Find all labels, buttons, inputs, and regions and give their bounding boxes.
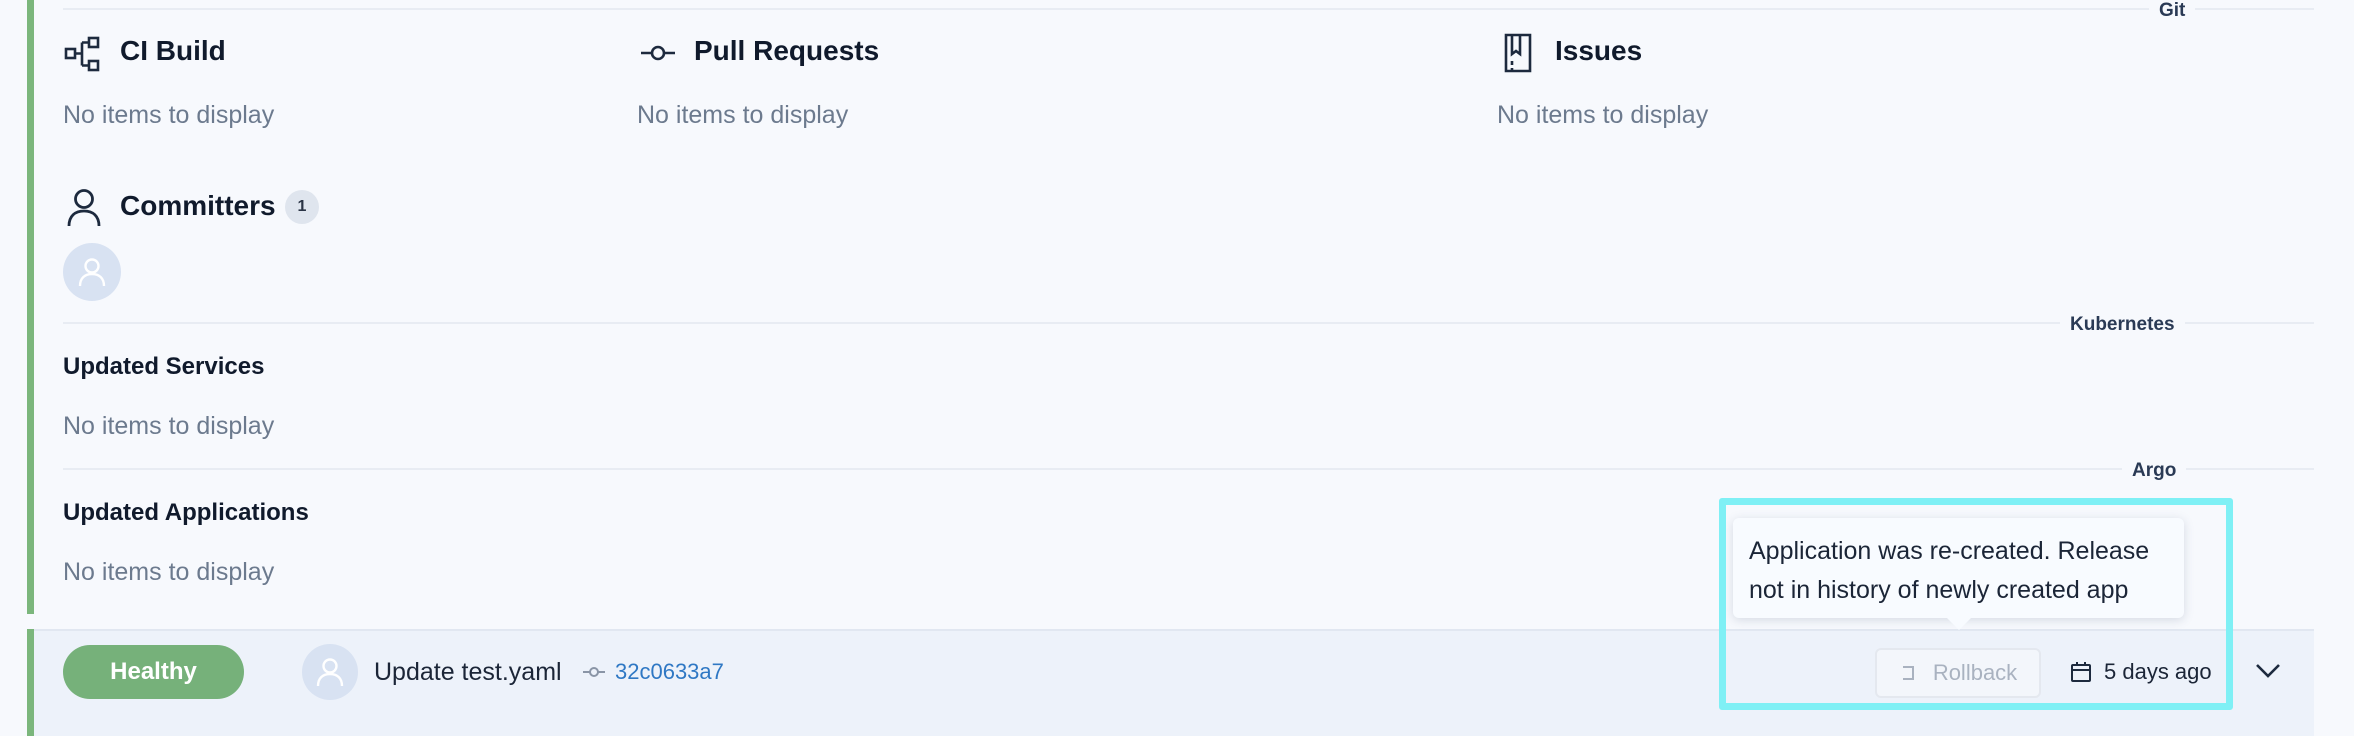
ci-build-empty: No items to display [63,101,275,129]
git-divider [63,8,2314,10]
section-tag-kubernetes: Kubernetes [2060,314,2185,336]
release-row-accent [27,629,34,736]
user-icon [66,188,102,233]
section-tag-argo: Argo [2122,460,2187,482]
updated-services-empty: No items to display [63,412,275,440]
chevron-down-icon[interactable] [2254,660,2282,685]
author-user-icon [316,658,344,687]
committers-title: Committers [120,190,276,221]
committer-avatar[interactable] [63,243,121,301]
committers-count-badge: 1 [285,190,319,224]
updated-applications-empty: No items to display [63,558,275,586]
commit-icon [639,38,677,73]
ci-build-icon [64,36,102,77]
issues-icon [1502,32,1534,79]
argo-divider [63,468,2314,470]
highlight-box [1719,498,2233,710]
updated-services-title: Updated Services [63,353,265,380]
issues-title: Issues [1555,35,1643,66]
commit-hash-link[interactable]: 32c0633a7 [615,659,724,685]
commit-author-avatar [302,644,358,700]
status-badge: Healthy [63,645,244,699]
expanded-accent-bar [27,0,34,614]
kubernetes-divider [63,322,2314,324]
ci-build-title: CI Build [120,35,226,66]
updated-applications-title: Updated Applications [63,499,309,526]
avatar-user-icon [78,258,106,287]
commit-message: Update test.yaml [374,658,562,686]
section-tag-git: Git [2149,0,2196,22]
issues-empty: No items to display [1497,101,1709,129]
pull-requests-empty: No items to display [637,101,849,129]
commit-hash-icon [582,664,606,685]
pull-requests-title: Pull Requests [694,35,880,66]
